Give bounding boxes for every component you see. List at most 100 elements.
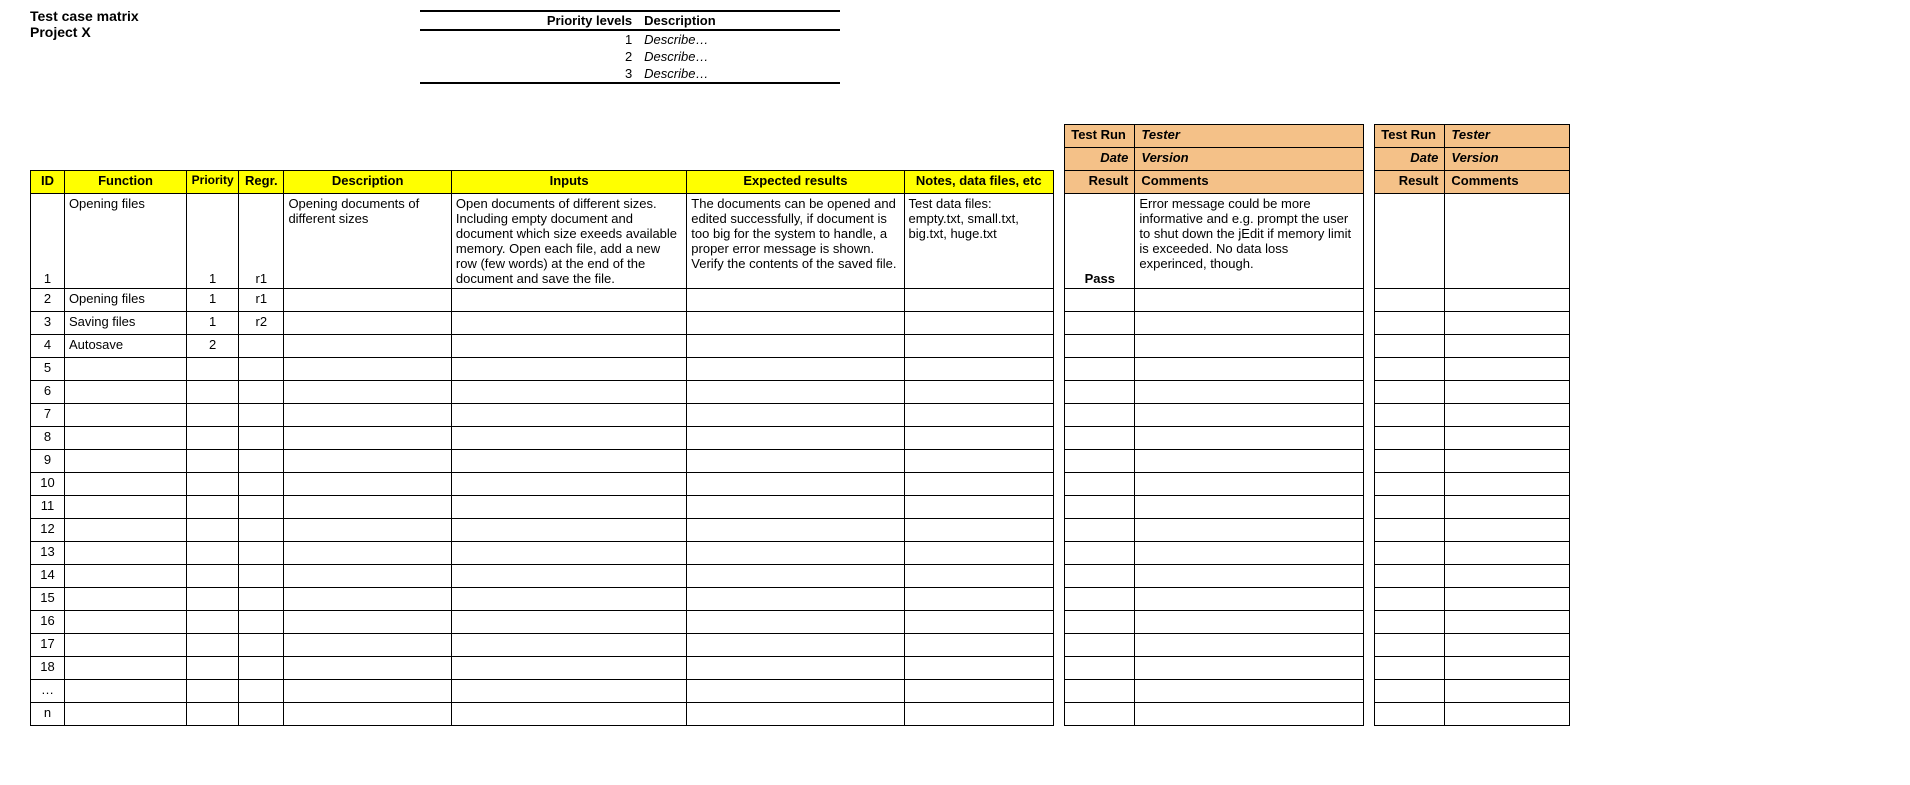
cell-result1[interactable]	[1065, 381, 1135, 404]
cell-priority[interactable]	[187, 611, 239, 634]
cell-id[interactable]: 1	[31, 194, 65, 289]
cell-func[interactable]	[64, 657, 186, 680]
cell-exp[interactable]	[687, 634, 904, 657]
cell-id[interactable]: 14	[31, 565, 65, 588]
cell-notes[interactable]	[904, 542, 1053, 565]
cell-exp[interactable]	[687, 450, 904, 473]
cell-comments2[interactable]	[1445, 194, 1570, 289]
cell-result1[interactable]	[1065, 565, 1135, 588]
cell-comments1[interactable]	[1135, 588, 1364, 611]
cell-regr[interactable]	[239, 450, 284, 473]
cell-priority[interactable]: 1	[187, 312, 239, 335]
cell-comments1[interactable]	[1135, 450, 1364, 473]
cell-comments2[interactable]	[1445, 657, 1570, 680]
cell-desc[interactable]	[284, 427, 451, 450]
cell-comments1[interactable]: Error message could be more informative …	[1135, 194, 1364, 289]
cell-id[interactable]: 16	[31, 611, 65, 634]
cell-result1[interactable]	[1065, 519, 1135, 542]
cell-id[interactable]: 2	[31, 289, 65, 312]
cell-exp[interactable]	[687, 496, 904, 519]
cell-result1[interactable]	[1065, 634, 1135, 657]
cell-notes[interactable]	[904, 588, 1053, 611]
cell-comments1[interactable]	[1135, 358, 1364, 381]
cell-priority[interactable]	[187, 703, 239, 726]
cell-comments2[interactable]	[1445, 289, 1570, 312]
cell-desc[interactable]	[284, 542, 451, 565]
cell-desc[interactable]	[284, 703, 451, 726]
cell-result1[interactable]	[1065, 657, 1135, 680]
cell-exp[interactable]	[687, 542, 904, 565]
cell-comments2[interactable]	[1445, 335, 1570, 358]
cell-exp[interactable]	[687, 565, 904, 588]
cell-inputs[interactable]	[451, 657, 686, 680]
cell-result2[interactable]	[1375, 473, 1445, 496]
cell-regr[interactable]	[239, 634, 284, 657]
cell-result2[interactable]	[1375, 427, 1445, 450]
cell-inputs[interactable]	[451, 312, 686, 335]
cell-func[interactable]: Autosave	[64, 335, 186, 358]
cell-result1[interactable]	[1065, 680, 1135, 703]
cell-id[interactable]: 5	[31, 358, 65, 381]
cell-comments2[interactable]	[1445, 358, 1570, 381]
cell-regr[interactable]	[239, 588, 284, 611]
cell-inputs[interactable]	[451, 634, 686, 657]
cell-func[interactable]	[64, 404, 186, 427]
cell-id[interactable]: …	[31, 680, 65, 703]
cell-exp[interactable]	[687, 519, 904, 542]
cell-inputs[interactable]	[451, 496, 686, 519]
cell-priority[interactable]	[187, 473, 239, 496]
cell-exp[interactable]	[687, 680, 904, 703]
cell-comments2[interactable]	[1445, 427, 1570, 450]
cell-priority[interactable]	[187, 634, 239, 657]
cell-comments2[interactable]	[1445, 542, 1570, 565]
cell-desc[interactable]	[284, 588, 451, 611]
cell-notes[interactable]	[904, 680, 1053, 703]
cell-exp[interactable]	[687, 335, 904, 358]
cell-comments1[interactable]	[1135, 335, 1364, 358]
cell-comments1[interactable]	[1135, 611, 1364, 634]
cell-regr[interactable]	[239, 404, 284, 427]
cell-desc[interactable]	[284, 312, 451, 335]
cell-exp[interactable]	[687, 703, 904, 726]
cell-regr[interactable]	[239, 473, 284, 496]
cell-result1[interactable]: Pass	[1065, 194, 1135, 289]
cell-func[interactable]	[64, 450, 186, 473]
cell-comments1[interactable]	[1135, 473, 1364, 496]
cell-priority[interactable]: 2	[187, 335, 239, 358]
cell-result2[interactable]	[1375, 404, 1445, 427]
cell-result2[interactable]	[1375, 381, 1445, 404]
cell-desc[interactable]	[284, 565, 451, 588]
cell-func[interactable]	[64, 427, 186, 450]
cell-result2[interactable]	[1375, 450, 1445, 473]
cell-comments2[interactable]	[1445, 680, 1570, 703]
cell-regr[interactable]: r2	[239, 312, 284, 335]
cell-id[interactable]: 9	[31, 450, 65, 473]
cell-inputs[interactable]: Open documents of different sizes. Inclu…	[451, 194, 686, 289]
cell-comments1[interactable]	[1135, 703, 1364, 726]
cell-exp[interactable]	[687, 611, 904, 634]
cell-inputs[interactable]	[451, 611, 686, 634]
cell-result2[interactable]	[1375, 312, 1445, 335]
cell-func[interactable]: Saving files	[64, 312, 186, 335]
cell-priority[interactable]: 1	[187, 289, 239, 312]
cell-desc[interactable]	[284, 381, 451, 404]
cell-desc[interactable]	[284, 289, 451, 312]
cell-comments2[interactable]	[1445, 404, 1570, 427]
cell-desc[interactable]	[284, 680, 451, 703]
cell-comments2[interactable]	[1445, 611, 1570, 634]
cell-result2[interactable]	[1375, 703, 1445, 726]
cell-id[interactable]: 3	[31, 312, 65, 335]
cell-result1[interactable]	[1065, 542, 1135, 565]
cell-id[interactable]: 17	[31, 634, 65, 657]
cell-desc[interactable]	[284, 634, 451, 657]
cell-result1[interactable]	[1065, 404, 1135, 427]
cell-inputs[interactable]	[451, 680, 686, 703]
cell-comments1[interactable]	[1135, 657, 1364, 680]
cell-notes[interactable]	[904, 657, 1053, 680]
cell-comments1[interactable]	[1135, 680, 1364, 703]
cell-inputs[interactable]	[451, 588, 686, 611]
cell-regr[interactable]: r1	[239, 289, 284, 312]
cell-comments1[interactable]	[1135, 519, 1364, 542]
cell-result1[interactable]	[1065, 703, 1135, 726]
cell-result1[interactable]	[1065, 473, 1135, 496]
